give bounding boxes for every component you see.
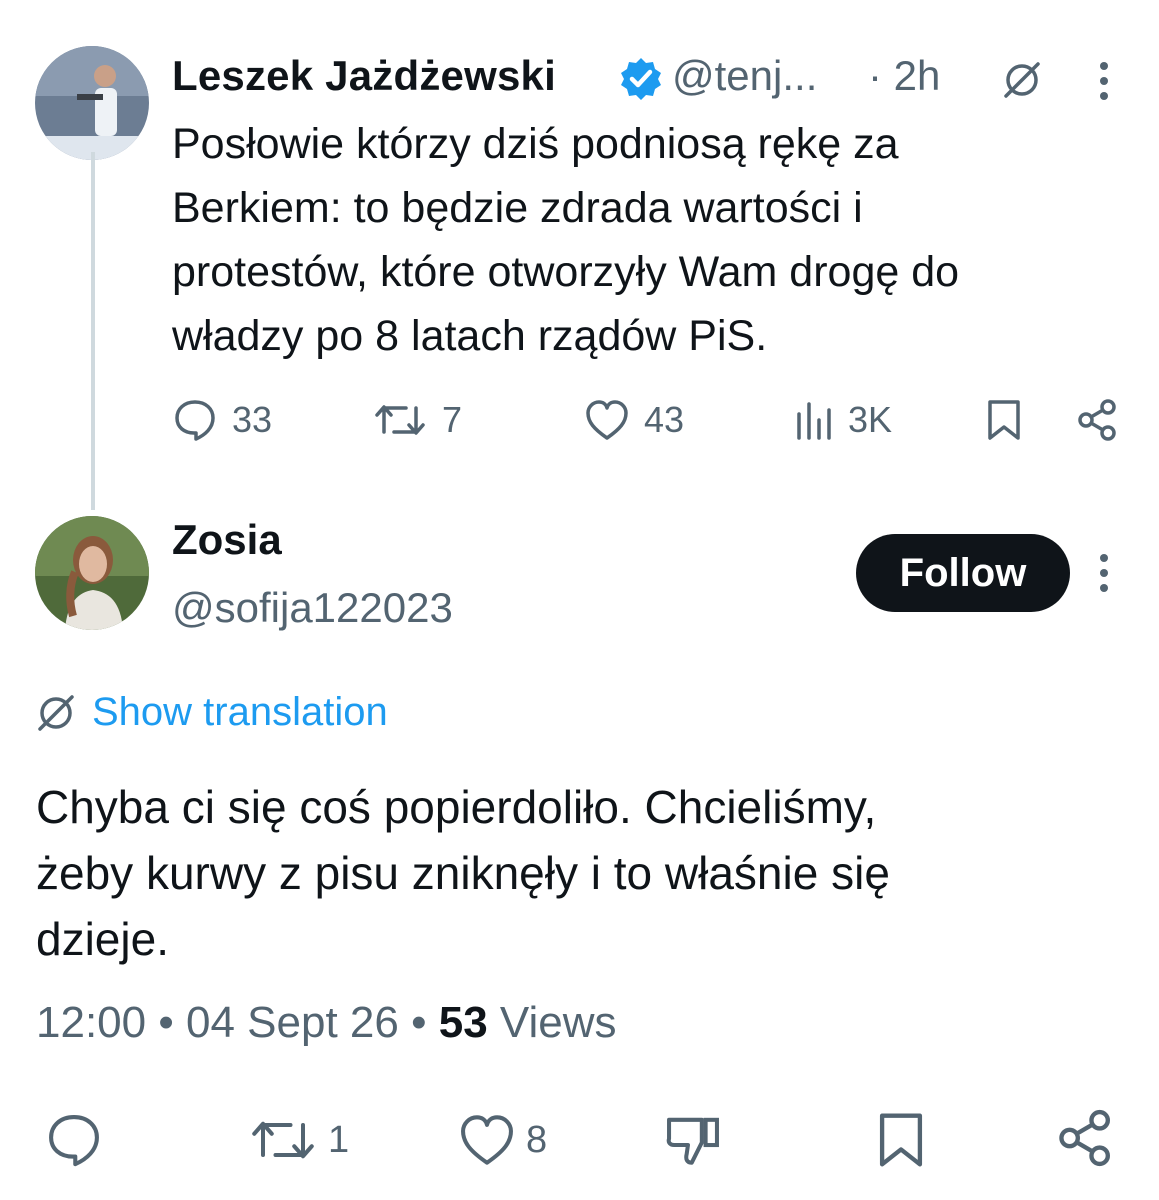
reply-author-name[interactable]: Zosia	[172, 516, 282, 564]
bookmark-icon[interactable]	[984, 398, 1024, 442]
follow-button[interactable]: Follow	[856, 534, 1070, 612]
bookmark-icon[interactable]	[874, 1110, 928, 1170]
tweet-time[interactable]: · 2h	[868, 52, 940, 100]
thread-line	[91, 152, 95, 510]
reply-text: Chyba ci się coś popierdoliło. Chcieliśm…	[36, 781, 890, 965]
dislike-button[interactable]	[664, 1110, 722, 1170]
views-icon	[797, 402, 831, 440]
globe-icon	[38, 694, 74, 731]
author-avatar-leszek[interactable]	[35, 46, 149, 160]
reply-author-handle[interactable]: @sofija122023	[172, 584, 453, 632]
verified-badge-icon[interactable]	[618, 56, 664, 102]
tweet-text: Posłowie którzy dziś podniosą rękę za Be…	[172, 120, 960, 360]
views-count: 3K	[848, 399, 893, 440]
like-button[interactable]: 43	[584, 396, 684, 444]
author-name[interactable]: Leszek Jażdżewski	[172, 52, 556, 100]
views-button[interactable]: 3K	[794, 396, 892, 444]
repost-icon	[252, 1121, 314, 1159]
tweet-meta: 12:00 • 04 Sept 26 • 53 Views	[36, 998, 617, 1047]
more-icon[interactable]	[1097, 62, 1111, 107]
repost-button[interactable]: 1	[248, 1110, 349, 1170]
reply-icon	[49, 1115, 99, 1167]
like-count: 43	[644, 399, 685, 440]
repost-icon	[375, 405, 425, 435]
share-icon[interactable]	[1056, 1108, 1116, 1168]
repost-count: 7	[442, 399, 463, 440]
show-translation-link[interactable]: Show translation	[36, 690, 388, 735]
share-icon[interactable]	[1076, 398, 1120, 442]
views-count: 53	[438, 998, 488, 1047]
reply-button[interactable]	[44, 1110, 104, 1170]
like-button[interactable]: 8	[458, 1110, 547, 1170]
more-icon[interactable]	[1097, 554, 1111, 599]
dislike-icon	[666, 1117, 719, 1165]
tweet-date[interactable]: 04 Sept 26	[186, 998, 399, 1047]
reply-icon	[175, 400, 215, 441]
reply-count: 33	[232, 399, 273, 440]
globe-icon[interactable]	[1002, 60, 1042, 100]
repost-button[interactable]: 7	[372, 396, 462, 444]
views-label: Views	[499, 998, 617, 1047]
like-count: 8	[526, 1118, 548, 1161]
like-icon	[586, 400, 628, 440]
repost-count: 1	[328, 1118, 350, 1161]
show-translation-label: Show translation	[92, 690, 388, 734]
reply-button[interactable]: 33	[172, 396, 272, 444]
author-handle[interactable]: @tenj...	[672, 52, 817, 100]
like-icon	[461, 1115, 513, 1165]
tweet-timestamp[interactable]: 12:00	[36, 998, 146, 1047]
author-avatar-zosia[interactable]	[35, 516, 149, 630]
